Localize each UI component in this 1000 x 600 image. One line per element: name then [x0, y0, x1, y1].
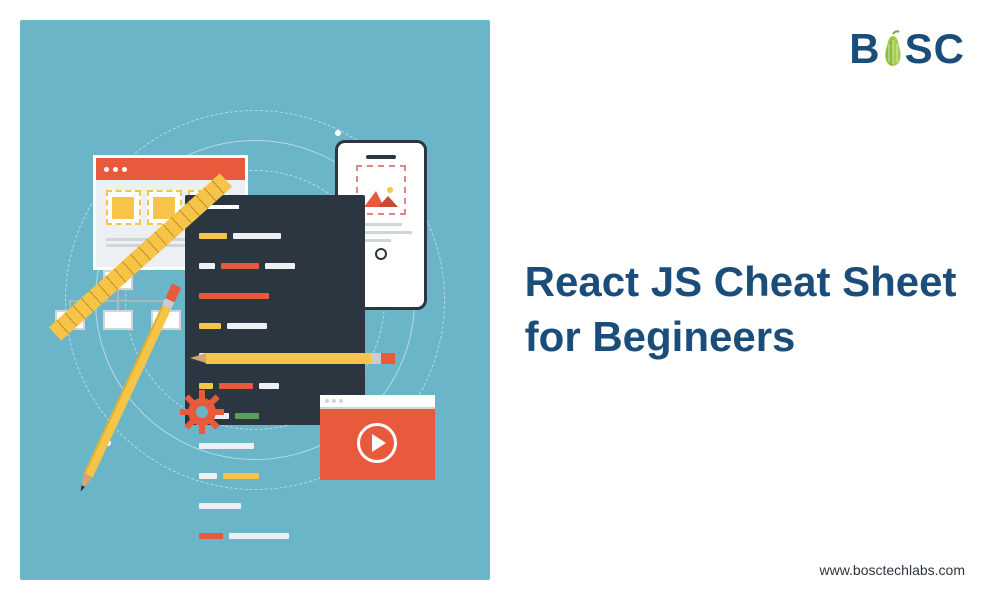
logo-letter-c: C [934, 25, 965, 73]
pencil-icon [190, 353, 405, 364]
logo-letter-b: B [849, 25, 880, 73]
page-headline: React JS Cheat Sheet for Begineers [525, 255, 975, 364]
content-panel: B S C React JS Cheat Sheet for Begineers… [490, 0, 1000, 600]
dev-illustration [55, 100, 455, 500]
page-container: B S C React JS Cheat Sheet for Begineers… [0, 0, 1000, 600]
brand-logo: B S C [849, 25, 965, 73]
footer-website-url: www.bosctechlabs.com [819, 562, 965, 578]
gear-icon [180, 390, 224, 434]
pear-icon [879, 30, 907, 68]
logo-letter-s: S [905, 25, 934, 73]
orbit-dot [335, 130, 341, 136]
video-player-icon [320, 395, 435, 480]
illustration-panel [20, 20, 490, 580]
